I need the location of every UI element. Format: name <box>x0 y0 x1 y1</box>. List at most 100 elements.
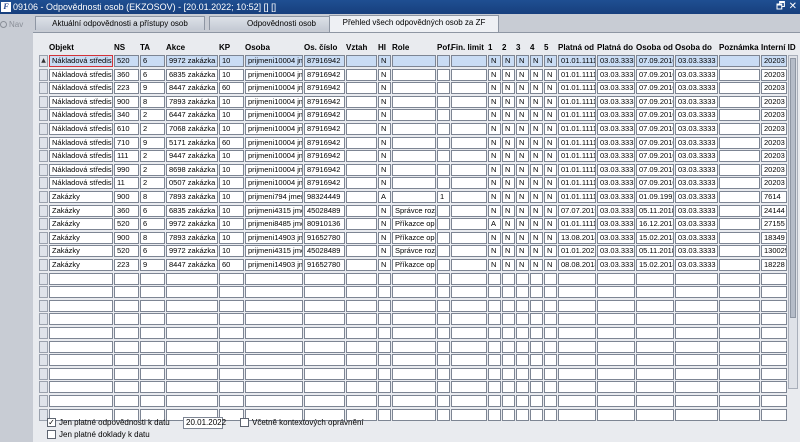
table-cell-vztah[interactable] <box>346 68 377 81</box>
table-cell-ta[interactable] <box>140 327 165 339</box>
table-cell-akce[interactable]: 6835 zakázka <box>166 204 218 217</box>
column-header-akce[interactable]: Akce <box>166 43 185 52</box>
table-cell-fin-limit[interactable] <box>451 95 487 108</box>
table-cell-5[interactable]: N <box>544 191 557 203</box>
table-cell-role[interactable]: Příkazce ope <box>392 259 436 271</box>
table-cell-hi[interactable]: N <box>378 82 391 95</box>
table-cell-4[interactable]: N <box>530 204 543 217</box>
table-cell-objekt[interactable] <box>49 395 113 407</box>
table-cell-platna-od[interactable] <box>558 354 596 367</box>
table-cell-3[interactable]: N <box>516 245 529 258</box>
table-cell-poznamka[interactable] <box>719 204 760 217</box>
table-cell-fin-limit[interactable] <box>451 299 487 312</box>
table-cell-2[interactable]: N <box>502 55 515 67</box>
table-cell-akce[interactable]: 8447 zakázka <box>166 82 218 95</box>
table-cell-osoba[interactable]: prijmeni10004 jme <box>245 177 303 190</box>
table-cell-1[interactable]: N <box>488 123 501 135</box>
table-cell-3[interactable] <box>516 367 529 380</box>
table-cell-os-cislo[interactable]: 91652780 <box>304 259 345 271</box>
table-cell-vztah[interactable] <box>346 259 377 271</box>
table-cell-pof[interactable] <box>437 340 450 353</box>
table-cell-fin-limit[interactable] <box>451 354 487 367</box>
table-cell-ta[interactable] <box>140 299 165 312</box>
table-cell-platna-do[interactable] <box>597 272 635 285</box>
row-selector[interactable] <box>39 286 48 299</box>
table-cell-role[interactable] <box>392 95 436 108</box>
table-cell-platna-do[interactable] <box>597 408 635 421</box>
table-cell-5[interactable]: N <box>544 177 557 190</box>
table-cell-poznamka[interactable] <box>719 123 760 135</box>
table-cell-os-cislo[interactable] <box>304 395 345 407</box>
table-cell-3[interactable]: N <box>516 95 529 108</box>
table-cell-akce[interactable]: 5171 zakázka <box>166 136 218 149</box>
table-cell-vztah[interactable] <box>346 123 377 135</box>
table-cell-poznamka[interactable] <box>719 408 760 421</box>
table-cell-vztah[interactable] <box>346 191 377 203</box>
table-cell-vztah[interactable] <box>346 177 377 190</box>
table-cell-3[interactable]: N <box>516 109 529 122</box>
table-cell-interni-id[interactable]: 24144 <box>761 204 787 217</box>
table-cell-ns[interactable]: 520 <box>114 245 139 258</box>
table-cell-platna-do[interactable]: 03.03.3333 <box>597 177 635 190</box>
table-cell-platna-od[interactable]: 01.01.1111 <box>558 218 596 231</box>
table-cell-1[interactable] <box>488 367 501 380</box>
row-selector[interactable] <box>39 340 48 353</box>
table-cell-1[interactable]: N <box>488 177 501 190</box>
row-selector[interactable] <box>39 95 48 108</box>
table-cell-2[interactable]: N <box>502 231 515 244</box>
table-cell-pof[interactable] <box>437 177 450 190</box>
table-cell-osoba-od[interactable] <box>636 408 674 421</box>
table-cell-vztah[interactable] <box>346 231 377 244</box>
window-controls[interactable]: 🗗 ✕ <box>776 1 797 13</box>
table-cell-platna-od[interactable]: 01.01.1111 <box>558 82 596 95</box>
table-cell-objekt[interactable] <box>49 272 113 285</box>
table-cell-5[interactable]: N <box>544 136 557 149</box>
table-cell-pof[interactable] <box>437 367 450 380</box>
table-cell-platna-do[interactable] <box>597 367 635 380</box>
table-cell-role[interactable] <box>392 191 436 203</box>
table-cell-hi[interactable]: N <box>378 218 391 231</box>
table-cell-5[interactable]: N <box>544 218 557 231</box>
table-cell-platna-do[interactable]: 03.03.3333 <box>597 109 635 122</box>
table-cell-3[interactable] <box>516 313 529 326</box>
table-cell-hi[interactable] <box>378 381 391 394</box>
table-cell-kp[interactable]: 10 <box>219 218 244 231</box>
table-cell-kp[interactable]: 60 <box>219 82 244 95</box>
table-cell-hi[interactable]: N <box>378 123 391 135</box>
table-cell-platna-od[interactable]: 01.01.1111 <box>558 109 596 122</box>
table-cell-1[interactable]: N <box>488 95 501 108</box>
row-selector[interactable] <box>39 272 48 285</box>
table-cell-vztah[interactable] <box>346 286 377 299</box>
table-cell-1[interactable] <box>488 408 501 421</box>
table-cell-3[interactable] <box>516 381 529 394</box>
table-cell-kp[interactable]: 10 <box>219 163 244 176</box>
table-cell-pof[interactable] <box>437 327 450 339</box>
table-cell-platna-od[interactable]: 07.07.2019 <box>558 204 596 217</box>
table-cell-hi[interactable] <box>378 327 391 339</box>
table-cell-hi[interactable] <box>378 313 391 326</box>
table-cell-vztah[interactable] <box>346 354 377 367</box>
table-cell-hi[interactable] <box>378 354 391 367</box>
table-cell-poznamka[interactable] <box>719 191 760 203</box>
vertical-scrollbar[interactable] <box>788 55 798 389</box>
table-cell-2[interactable]: N <box>502 163 515 176</box>
row-selector[interactable] <box>39 68 48 81</box>
table-cell-interni-id[interactable] <box>761 395 787 407</box>
table-cell-platna-od[interactable]: 01.01.1111 <box>558 136 596 149</box>
table-cell-pof[interactable] <box>437 245 450 258</box>
valid-date-field[interactable]: 20.01.2022 <box>183 417 226 429</box>
table-cell-objekt[interactable]: Zakázky <box>49 218 113 231</box>
table-cell-hi[interactable] <box>378 340 391 353</box>
table-cell-role[interactable]: Správce roz <box>392 245 436 258</box>
table-cell-poznamka[interactable] <box>719 272 760 285</box>
table-cell-platna-do[interactable]: 03.03.3333 <box>597 218 635 231</box>
table-cell-akce[interactable]: 7893 zakázka <box>166 191 218 203</box>
table-cell-osoba-do[interactable]: 03.03.3333 <box>675 109 718 122</box>
table-cell-kp[interactable]: 10 <box>219 204 244 217</box>
table-cell-hi[interactable]: A <box>378 191 391 203</box>
table-cell-4[interactable]: N <box>530 218 543 231</box>
table-cell-interni-id[interactable]: 20203 <box>761 163 787 176</box>
table-cell-pof[interactable] <box>437 82 450 95</box>
table-cell-osoba-do[interactable] <box>675 367 718 380</box>
table-cell-5[interactable]: N <box>544 204 557 217</box>
